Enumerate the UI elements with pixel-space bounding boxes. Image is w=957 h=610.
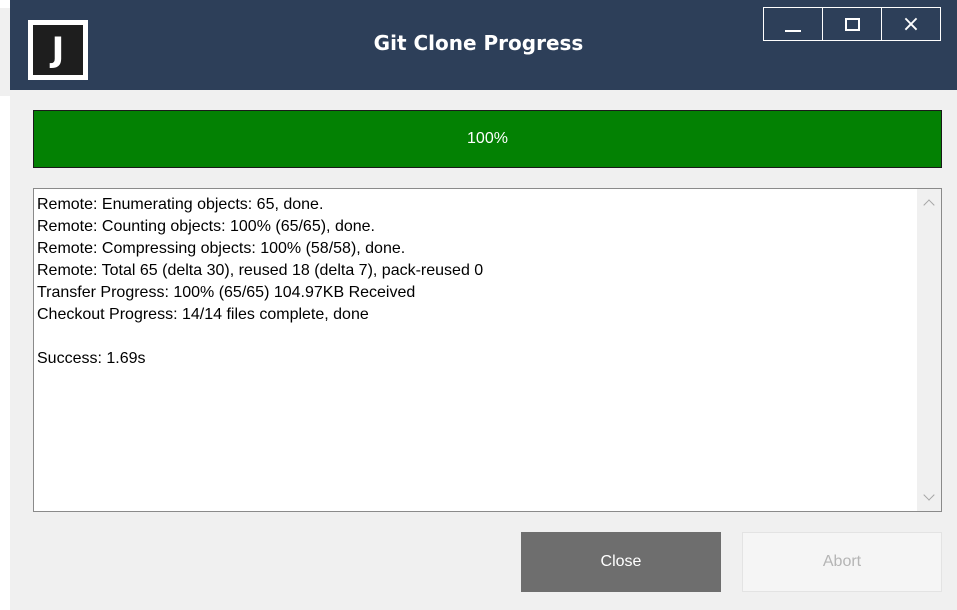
- log-line: Remote: Counting objects: 100% (65/65), …: [37, 218, 375, 235]
- minimize-button[interactable]: [763, 7, 823, 41]
- log-line: Remote: Total 65 (delta 30), reused 18 (…: [37, 262, 484, 279]
- log-line: Success: 1.69s: [37, 350, 146, 367]
- log-line: Remote: Compressing objects: 100% (58/58…: [37, 240, 406, 257]
- chevron-down-icon: [923, 489, 935, 501]
- close-button[interactable]: Close: [521, 532, 721, 592]
- maximize-icon: [844, 17, 860, 31]
- log-line: Remote: Enumerating objects: 65, done.: [37, 196, 324, 213]
- git-clone-dialog: J Git Clone Progress × 100% Remote: Enum…: [0, 0, 957, 610]
- close-icon: ×: [901, 11, 921, 37]
- progress-percent-label: 100%: [467, 130, 508, 147]
- abort-button[interactable]: Abort: [742, 532, 942, 592]
- minimize-icon: [785, 30, 801, 32]
- log-line: Checkout Progress: 14/14 files complete,…: [37, 306, 369, 323]
- log-text[interactable]: Remote: Enumerating objects: 65, done. Re…: [37, 194, 907, 370]
- scroll-down-button[interactable]: [917, 485, 941, 509]
- maximize-button[interactable]: [822, 7, 882, 41]
- chevron-up-icon: [923, 199, 935, 211]
- app-logo-letter: J: [33, 25, 83, 75]
- window-close-button[interactable]: ×: [881, 7, 941, 41]
- clone-output-log[interactable]: Remote: Enumerating objects: 65, done. Re…: [33, 188, 942, 512]
- clone-progress-bar: 100%: [33, 110, 942, 168]
- window-controls: ×: [763, 7, 941, 41]
- app-logo-icon: J: [28, 20, 88, 80]
- scroll-up-button[interactable]: [917, 191, 941, 215]
- window-left-edge: [0, 96, 10, 610]
- log-line: Transfer Progress: 100% (65/65) 104.97KB…: [37, 284, 416, 301]
- log-scrollbar[interactable]: [917, 189, 941, 511]
